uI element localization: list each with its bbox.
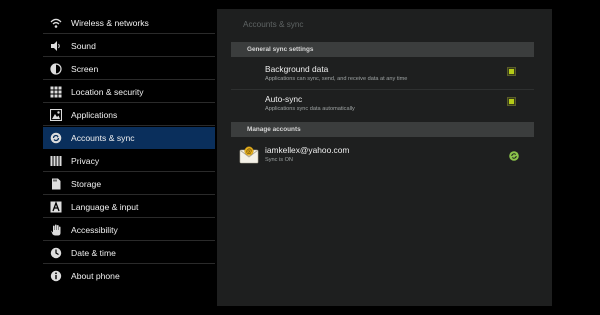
- background-data-setting[interactable]: Background data Applications can sync, s…: [231, 62, 534, 88]
- svg-text:@: @: [246, 149, 252, 155]
- setting-subtitle: Applications can sync, send, and receive…: [265, 76, 408, 82]
- sync-icon: [50, 132, 62, 144]
- clock-icon: [50, 247, 62, 259]
- page-title: Accounts & sync: [243, 20, 304, 29]
- speaker-icon: [50, 40, 62, 52]
- sidebar-item-about-phone[interactable]: About phone: [43, 265, 215, 287]
- sidebar-item-label: Location & security: [71, 86, 144, 97]
- sidebar-item-label: Accessibility: [71, 224, 118, 235]
- section-header-general-sync: General sync settings: [231, 42, 534, 57]
- sidebar-item-storage[interactable]: Storage: [43, 173, 215, 195]
- account-sync-status: Sync is ON: [265, 157, 293, 163]
- sidebar-item-label: About phone: [71, 271, 120, 281]
- sidebar-item-location-security[interactable]: Location & security: [43, 81, 215, 103]
- sidebar-item-accounts-sync[interactable]: Accounts & sync: [43, 127, 215, 149]
- info-icon: [50, 270, 62, 282]
- sync-status-icon[interactable]: [509, 148, 519, 161]
- sidebar-item-label: Wireless & networks: [71, 17, 149, 28]
- hand-icon: [50, 224, 62, 236]
- sidebar-item-label: Privacy: [71, 155, 100, 166]
- account-email: iamkellex@yahoo.com: [265, 145, 350, 155]
- sidebar-item-date-time[interactable]: Date & time: [43, 242, 215, 264]
- section-header-manage-accounts: Manage accounts: [231, 122, 534, 137]
- sidebar-item-sound[interactable]: Sound: [43, 35, 215, 57]
- divider: [231, 89, 534, 90]
- sidebar-item-applications[interactable]: Applications: [43, 104, 215, 126]
- checkbox-tick: [509, 99, 514, 104]
- sidebar-item-privacy[interactable]: Privacy: [43, 150, 215, 172]
- auto-sync-checkbox[interactable]: [507, 97, 516, 106]
- sidebar-item-label: Accounts & sync: [71, 132, 135, 143]
- applications-icon: [50, 108, 62, 121]
- sidebar-item-label: Date & time: [71, 247, 116, 258]
- sidebar-item-language-input[interactable]: Language & input: [43, 196, 215, 218]
- wifi-icon: [50, 17, 62, 29]
- language-icon: [50, 200, 62, 213]
- sidebar-item-label: Sound: [71, 40, 96, 51]
- sidebar-item-label: Language & input: [71, 201, 139, 212]
- sidebar-item-wireless-networks[interactable]: Wireless & networks: [43, 12, 215, 34]
- auto-sync-setting[interactable]: Auto-sync Applications sync data automat…: [231, 92, 534, 118]
- brightness-icon: [50, 62, 62, 75]
- storage-icon: [50, 178, 62, 190]
- grid-icon: [50, 86, 62, 98]
- setting-title: Auto-sync: [265, 94, 303, 104]
- background-data-checkbox[interactable]: [507, 67, 516, 76]
- account-row[interactable]: @ iamkellex@yahoo.com Sync is ON: [231, 142, 534, 172]
- sidebar-item-label: Screen: [71, 63, 99, 74]
- checkbox-tick: [509, 69, 514, 74]
- sidebar-item-screen[interactable]: Screen: [43, 58, 215, 80]
- accounts-sync-panel: Accounts & sync General sync settings Ba…: [217, 9, 552, 306]
- settings-sidebar: Wireless & networks Sound Screen Locatio…: [43, 9, 215, 306]
- setting-subtitle: Applications sync data automatically: [265, 106, 355, 112]
- sidebar-item-label: Applications: [71, 109, 118, 120]
- sidebar-item-label: Storage: [71, 178, 102, 189]
- email-account-icon: @: [239, 145, 259, 165]
- sidebar-item-accessibility[interactable]: Accessibility: [43, 219, 215, 241]
- privacy-icon: [50, 155, 62, 167]
- setting-title: Background data: [265, 64, 329, 74]
